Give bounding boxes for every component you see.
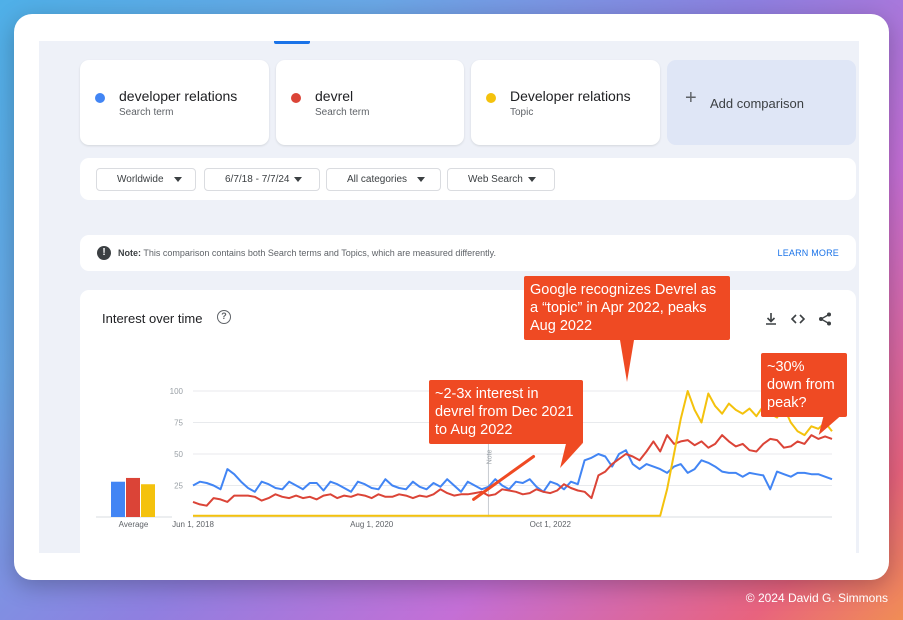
caret-down-icon [417, 177, 425, 182]
y-tick-label: 50 [174, 450, 183, 459]
active-tab-indicator [274, 41, 310, 44]
alert-icon: ! [97, 246, 111, 260]
search-term-kind: Topic [510, 107, 534, 118]
note-body: This comparison contains both Search ter… [143, 248, 497, 258]
add-comparison-button[interactable]: + Add comparison [667, 60, 856, 145]
average-bar [141, 484, 155, 517]
note-label: Note: [118, 248, 141, 258]
search-term-name: developer relations [119, 88, 238, 104]
topic-callout: Google recognizes Devrel as a “topic” in… [524, 276, 730, 382]
interest-callout: ~2-3x interest in devrel from Dec 2021 t… [429, 380, 583, 468]
region-dropdown[interactable]: Worldwide [96, 168, 196, 191]
question-mark-icon[interactable]: ? [217, 310, 231, 324]
caret-down-icon [528, 177, 536, 182]
series-color-dot [486, 93, 496, 103]
caret-down-icon [174, 177, 182, 182]
y-tick-label: 25 [174, 482, 183, 491]
search-term-card[interactable]: Developer relations Topic [471, 60, 660, 145]
x-tick-label: Aug 1, 2020 [350, 520, 394, 529]
region-value: Worldwide [117, 174, 164, 185]
chart-title: Interest over time [102, 311, 203, 326]
screenshot-card: developer relations Search term devrel S… [14, 14, 889, 580]
search-term-card[interactable]: developer relations Search term [80, 60, 269, 145]
trend-arrow [472, 455, 536, 501]
note-marker-label: Note [486, 450, 493, 465]
callout-pointer [620, 340, 634, 382]
copyright-credit: © 2024 David G. Simmons [745, 591, 888, 605]
add-comparison-label: Add comparison [710, 96, 804, 111]
average-label: Average [119, 520, 149, 529]
category-dropdown[interactable]: All categories [326, 168, 441, 191]
share-icon[interactable] [816, 310, 834, 328]
search-term-name: Developer relations [510, 88, 631, 104]
average-bar [111, 481, 125, 517]
interest-callout-text: ~2-3x interest in devrel from Dec 2021 t… [435, 386, 574, 438]
plus-icon: + [685, 87, 697, 109]
average-bar [126, 477, 140, 517]
download-icon[interactable] [762, 310, 780, 328]
y-tick-label: 100 [170, 387, 184, 396]
search-type-dropdown[interactable]: Web Search [447, 168, 555, 191]
series-color-dot [291, 93, 301, 103]
y-tick-label: 75 [174, 419, 183, 428]
date-range-value: 6/7/18 - 7/7/24 [225, 174, 290, 185]
filter-bar: Worldwide 6/7/18 - 7/7/24 All categories… [80, 158, 856, 200]
search-term-kind: Search term [119, 107, 174, 118]
search-term-kind: Search term [315, 107, 370, 118]
embed-code-icon[interactable] [789, 310, 807, 328]
date-range-dropdown[interactable]: 6/7/18 - 7/7/24 [204, 168, 320, 191]
google-trends-panel: developer relations Search term devrel S… [39, 41, 859, 553]
search-term-name: devrel [315, 88, 354, 104]
topic-callout-text: Google recognizes Devrel as a “topic” in… [530, 282, 717, 334]
peak-callout: ~30% down from peak? [761, 353, 847, 435]
learn-more-link[interactable]: LEARN MORE [777, 248, 839, 258]
search-term-card[interactable]: devrel Search term [276, 60, 464, 145]
peak-callout-text: ~30% down from peak? [767, 359, 835, 411]
x-tick-label: Oct 1, 2022 [530, 520, 572, 529]
note-text: Note: This comparison contains both Sear… [118, 248, 496, 258]
series-color-dot [95, 93, 105, 103]
x-tick-label: Jun 1, 2018 [172, 520, 214, 529]
caret-down-icon [294, 177, 302, 182]
category-value: All categories [347, 174, 408, 185]
search-type-value: Web Search [468, 174, 523, 185]
comparison-note: ! Note: This comparison contains both Se… [80, 235, 856, 271]
